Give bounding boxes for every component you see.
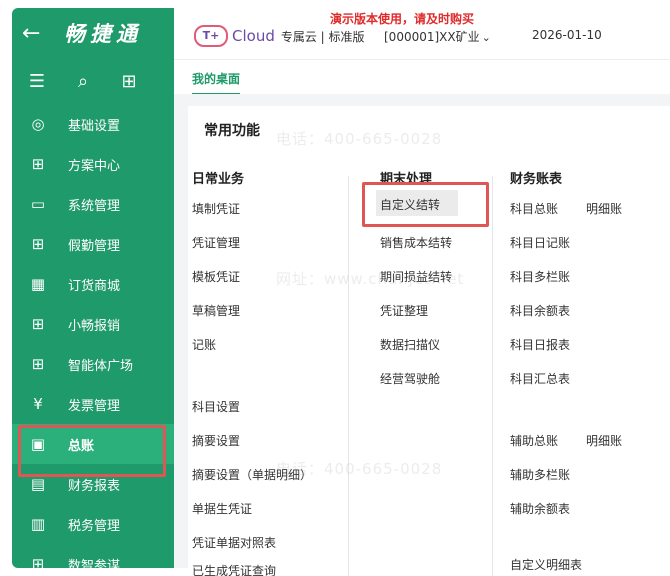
link-draft-management[interactable]: 草稿管理 bbox=[192, 302, 240, 319]
cloud-logo-icon: T+ bbox=[194, 25, 228, 47]
grid-plus-icon: ⊞ bbox=[31, 315, 45, 333]
monitor-code-icon: ▭ bbox=[30, 195, 46, 213]
tab-bar: 我的桌面 bbox=[174, 60, 670, 95]
sidebar-item-label: 总账 bbox=[68, 438, 95, 454]
link-voucher-management[interactable]: 凭证管理 bbox=[192, 234, 240, 251]
link-detail-ledger[interactable]: 明细账 bbox=[586, 200, 622, 217]
link-data-scanner[interactable]: 数据扫描仪 bbox=[380, 336, 440, 353]
sidebar-item-basic-settings[interactable]: ◎ 基础设置 bbox=[12, 104, 174, 144]
link-aux-general-ledger[interactable]: 辅助总账 bbox=[510, 432, 558, 449]
link-subject-multi-column[interactable]: 科目多栏账 bbox=[510, 268, 570, 285]
sidebar-item-label: 智能体广场 bbox=[68, 358, 134, 374]
sidebar-header: ← 畅捷通 bbox=[12, 8, 174, 58]
sidebar-item-label: 财务报表 bbox=[68, 478, 121, 494]
grid-plus-icon: ⊞ bbox=[31, 555, 45, 568]
sidebar-item-label: 系统管理 bbox=[68, 198, 121, 214]
column-divider bbox=[348, 176, 349, 576]
company-selector[interactable]: [000001]XX矿业 ⌄ bbox=[384, 28, 491, 45]
sidebar-item-label: 税务管理 bbox=[68, 518, 121, 534]
menu-icon[interactable]: ☰ bbox=[26, 71, 48, 92]
link-period-pl-transfer[interactable]: 期间损益结转 bbox=[380, 268, 452, 285]
link-subject-daily-report[interactable]: 科目日报表 bbox=[510, 336, 570, 353]
link-subject-balance[interactable]: 科目余额表 bbox=[510, 302, 570, 319]
main-area: 常用功能 日常业务 期末处理 财务账表 填制凭证 凭证管理 模板凭证 草稿管理 … bbox=[174, 94, 670, 576]
sidebar-item-agent-plaza[interactable]: ⊞ 智能体广场 bbox=[12, 344, 174, 384]
sidebar-item-label: 假勤管理 bbox=[68, 238, 121, 254]
sidebar-item-invoice[interactable]: ¥ 发票管理 bbox=[12, 384, 174, 424]
link-aux-balance[interactable]: 辅助余额表 bbox=[510, 500, 570, 517]
link-voucher-document-map[interactable]: 凭证单据对照表 bbox=[192, 534, 276, 551]
sidebar-item-order-mall[interactable]: ▦ 订货商城 bbox=[12, 264, 174, 304]
back-arrow-icon[interactable]: ← bbox=[22, 21, 50, 46]
company-name: [000001]XX矿业 bbox=[384, 30, 480, 44]
invoice-icon: ¥ bbox=[33, 395, 43, 413]
link-subject-general-ledger[interactable]: 科目总账 bbox=[510, 200, 558, 217]
gear-icon: ◎ bbox=[31, 115, 45, 133]
link-fill-voucher[interactable]: 填制凭证 bbox=[192, 200, 240, 217]
link-summary-settings[interactable]: 摘要设置 bbox=[192, 432, 240, 449]
add-doc-icon[interactable]: ⊞ bbox=[118, 71, 140, 92]
sidebar-item-plan-center[interactable]: ⊞ 方案中心 bbox=[12, 144, 174, 184]
sidebar-item-smart-advisor[interactable]: ⊞ 数智参谋 bbox=[12, 544, 174, 568]
sidebar-item-label: 方案中心 bbox=[68, 158, 121, 174]
grid-plus-icon: ⊞ bbox=[31, 235, 45, 253]
link-subject-summary[interactable]: 科目汇总表 bbox=[510, 370, 570, 387]
link-summary-settings-detail[interactable]: 摘要设置（单据明细） bbox=[192, 466, 312, 483]
ledger-icon: ▣ bbox=[30, 435, 46, 453]
sidebar-item-label: 数智参谋 bbox=[68, 558, 121, 569]
store-icon: ▦ bbox=[30, 275, 46, 293]
tax-icon: ▥ bbox=[30, 515, 46, 533]
link-business-cockpit[interactable]: 经营驾驶舱 bbox=[380, 370, 440, 387]
report-icon: ▤ bbox=[30, 475, 46, 493]
sidebar-item-tax[interactable]: ▥ 税务管理 bbox=[12, 504, 174, 544]
grid-plus-icon: ⊞ bbox=[31, 355, 45, 373]
sidebar: ← 畅捷通 ☰ ⌕ ⊞ ◎ 基础设置 ⊞ 方案中心 ▭ 系统管理 ⊞ 假勤管理 … bbox=[12, 8, 174, 568]
link-custom-detail-table[interactable]: 自定义明细表 bbox=[510, 556, 582, 573]
financial-books-heading: 财务账表 bbox=[510, 172, 563, 187]
login-date: 2026-01-10 bbox=[532, 28, 602, 42]
link-aux-detail-ledger[interactable]: 明细账 bbox=[586, 432, 622, 449]
tab-my-desktop[interactable]: 我的桌面 bbox=[192, 70, 241, 95]
sidebar-item-general-ledger[interactable]: ▣ 总账 bbox=[12, 424, 174, 477]
sidebar-tools: ☰ ⌕ ⊞ bbox=[12, 58, 174, 104]
search-doc-icon[interactable]: ⌕ bbox=[72, 71, 94, 92]
link-document-to-voucher[interactable]: 单据生凭证 bbox=[192, 500, 252, 517]
common-functions-card: 常用功能 日常业务 期末处理 财务账表 填制凭证 凭证管理 模板凭证 草稿管理 … bbox=[188, 106, 670, 576]
sidebar-item-financial-reports[interactable]: ▤ 财务报表 bbox=[12, 464, 174, 504]
topbar: 演示版本使用，请及时购买 T+ Cloud 专属云 | 标准版 [000001]… bbox=[174, 8, 670, 60]
link-aux-multi-column[interactable]: 辅助多栏账 bbox=[510, 466, 570, 483]
link-subject-settings[interactable]: 科目设置 bbox=[192, 398, 240, 415]
link-subject-journal[interactable]: 科目日记账 bbox=[510, 234, 570, 251]
sidebar-item-attendance[interactable]: ⊞ 假勤管理 bbox=[12, 224, 174, 264]
daily-business-heading: 日常业务 bbox=[192, 172, 245, 187]
brand-logo: 畅捷通 bbox=[64, 22, 142, 46]
sidebar-item-label: 基础设置 bbox=[68, 118, 121, 134]
sidebar-item-label: 订货商城 bbox=[68, 278, 121, 294]
link-template-voucher[interactable]: 模板凭证 bbox=[192, 268, 240, 285]
sidebar-item-label: 发票管理 bbox=[68, 398, 121, 414]
card-title: 常用功能 bbox=[204, 123, 260, 139]
link-voucher-organize[interactable]: 凭证整理 bbox=[380, 302, 428, 319]
sidebar-item-label: 小畅报销 bbox=[68, 318, 121, 334]
column-divider bbox=[492, 176, 493, 576]
link-generated-voucher-query[interactable]: 已生成凭证查询 bbox=[192, 562, 276, 576]
link-custom-transfer[interactable]: 自定义结转 bbox=[380, 196, 440, 213]
edition-label: 专属云 | 标准版 bbox=[280, 29, 365, 44]
sidebar-item-expense[interactable]: ⊞ 小畅报销 bbox=[12, 304, 174, 344]
logo-text: Cloud bbox=[232, 27, 275, 45]
cloud-logo: T+ Cloud 专属云 | 标准版 bbox=[194, 25, 365, 47]
sidebar-item-system-management[interactable]: ▭ 系统管理 bbox=[12, 184, 174, 224]
chevron-down-icon: ⌄ bbox=[481, 31, 491, 44]
grid-plus-icon: ⊞ bbox=[31, 155, 45, 173]
link-post-account[interactable]: 记账 bbox=[192, 336, 216, 353]
link-sales-cost-transfer[interactable]: 销售成本结转 bbox=[380, 234, 452, 251]
